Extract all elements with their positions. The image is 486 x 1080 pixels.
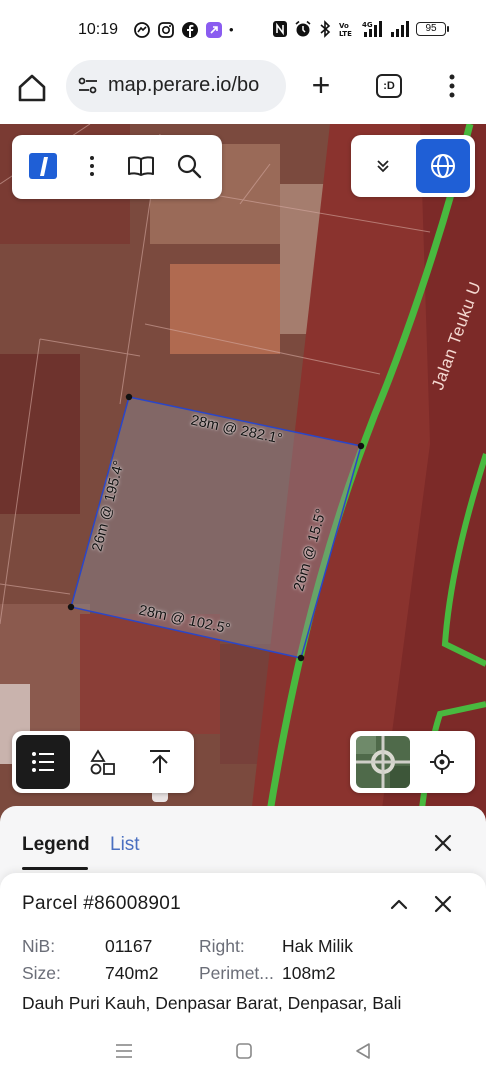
notification-icons: • (133, 20, 234, 40)
alarm-icon (295, 20, 311, 37)
volte-icon: VoLTE (339, 22, 352, 38)
book-icon (128, 156, 154, 176)
site-settings-icon[interactable] (78, 77, 98, 95)
nib-label: NiB: (22, 936, 56, 956)
search-button[interactable] (172, 149, 206, 183)
status-bar: 10:19 • Vo LTE 4G 95 (0, 0, 486, 60)
svg-text:4G: 4G (362, 21, 373, 29)
new-tab-button[interactable]: + (306, 69, 336, 102)
collapse-button[interactable] (365, 149, 401, 183)
top-right-toolbar (351, 135, 475, 197)
basemap-toggle-button[interactable] (356, 736, 410, 788)
4g-signal-icon: 4G (362, 21, 382, 37)
more-options-button[interactable] (80, 149, 104, 183)
perare-logo-icon (29, 153, 57, 179)
svg-text:LTE: LTE (339, 30, 352, 38)
upload-icon (150, 750, 170, 773)
back-nav-icon[interactable] (354, 1042, 372, 1060)
nfc-icon (273, 21, 287, 37)
shapes-icon (90, 749, 115, 775)
upload-button[interactable] (142, 745, 178, 779)
globe-layer-button[interactable] (416, 139, 470, 193)
size-label: Size: (22, 963, 61, 983)
active-tab-indicator (22, 867, 88, 870)
list-icon (32, 752, 54, 772)
more-menu-icon[interactable] (442, 70, 462, 102)
close-legend-icon[interactable] (432, 832, 454, 854)
home-nav-icon[interactable] (235, 1042, 253, 1060)
parcel-title: Parcel #86008901 (22, 893, 182, 914)
browser-toolbar: map.perare.io/bo + :D (0, 60, 486, 124)
bottom-left-toolbar (12, 731, 194, 793)
system-icons: Vo LTE 4G 95 (272, 20, 449, 38)
tab-switcher-button[interactable]: :D (376, 74, 402, 98)
satellite-thumbnail-icon (356, 736, 410, 788)
map-view[interactable]: Jalan Teuku U 28m @ 282.1° 26m @ 15.5° 2… (0, 124, 486, 824)
battery-icon: 95 (416, 22, 449, 36)
address-bar[interactable]: map.perare.io/bo (66, 60, 286, 112)
dot-icon: • (229, 22, 234, 37)
status-time: 10:19 (78, 21, 119, 38)
facebook-icon (182, 22, 198, 38)
perimeter-label: Perimet... (199, 963, 274, 983)
signal-icon (391, 21, 409, 37)
satellite-imagery (0, 124, 486, 824)
system-navigation-bar (0, 1030, 486, 1080)
perimeter-value: 108m2 (282, 963, 336, 983)
shapes-button[interactable] (84, 745, 120, 779)
chevron-up-icon[interactable] (388, 893, 410, 915)
app-icon (206, 22, 222, 38)
recents-menu-icon[interactable] (114, 1042, 134, 1060)
search-icon (177, 154, 202, 179)
parcel-address: Dauh Puri Kauh, Denpasar Barat, Denpasar… (22, 993, 402, 1013)
instagram-icon (158, 22, 174, 38)
messenger-icon (134, 22, 150, 38)
close-parcel-icon[interactable] (432, 893, 454, 915)
tab-legend[interactable]: Legend (22, 834, 90, 856)
locate-me-button[interactable] (424, 745, 460, 779)
nib-value: 01167 (105, 936, 153, 956)
right-value: Hak Milik (282, 936, 353, 956)
bottom-right-toolbar (350, 731, 475, 793)
crosshair-icon (430, 750, 454, 774)
double-chevron-down-icon (377, 160, 389, 173)
globe-icon (431, 154, 455, 178)
bluetooth-icon (320, 20, 331, 38)
app-logo-button[interactable] (26, 149, 60, 183)
url-text[interactable]: map.perare.io/bo (108, 74, 280, 97)
size-value: 740m2 (105, 963, 159, 983)
right-label: Right: (199, 936, 245, 956)
home-button[interactable] (14, 70, 50, 106)
tab-list[interactable]: List (110, 834, 140, 856)
top-left-toolbar (12, 135, 222, 199)
list-view-button[interactable] (16, 735, 70, 789)
svg-text:Vo: Vo (339, 22, 349, 30)
vertical-dots-icon (90, 156, 94, 176)
guide-button[interactable] (124, 149, 158, 183)
